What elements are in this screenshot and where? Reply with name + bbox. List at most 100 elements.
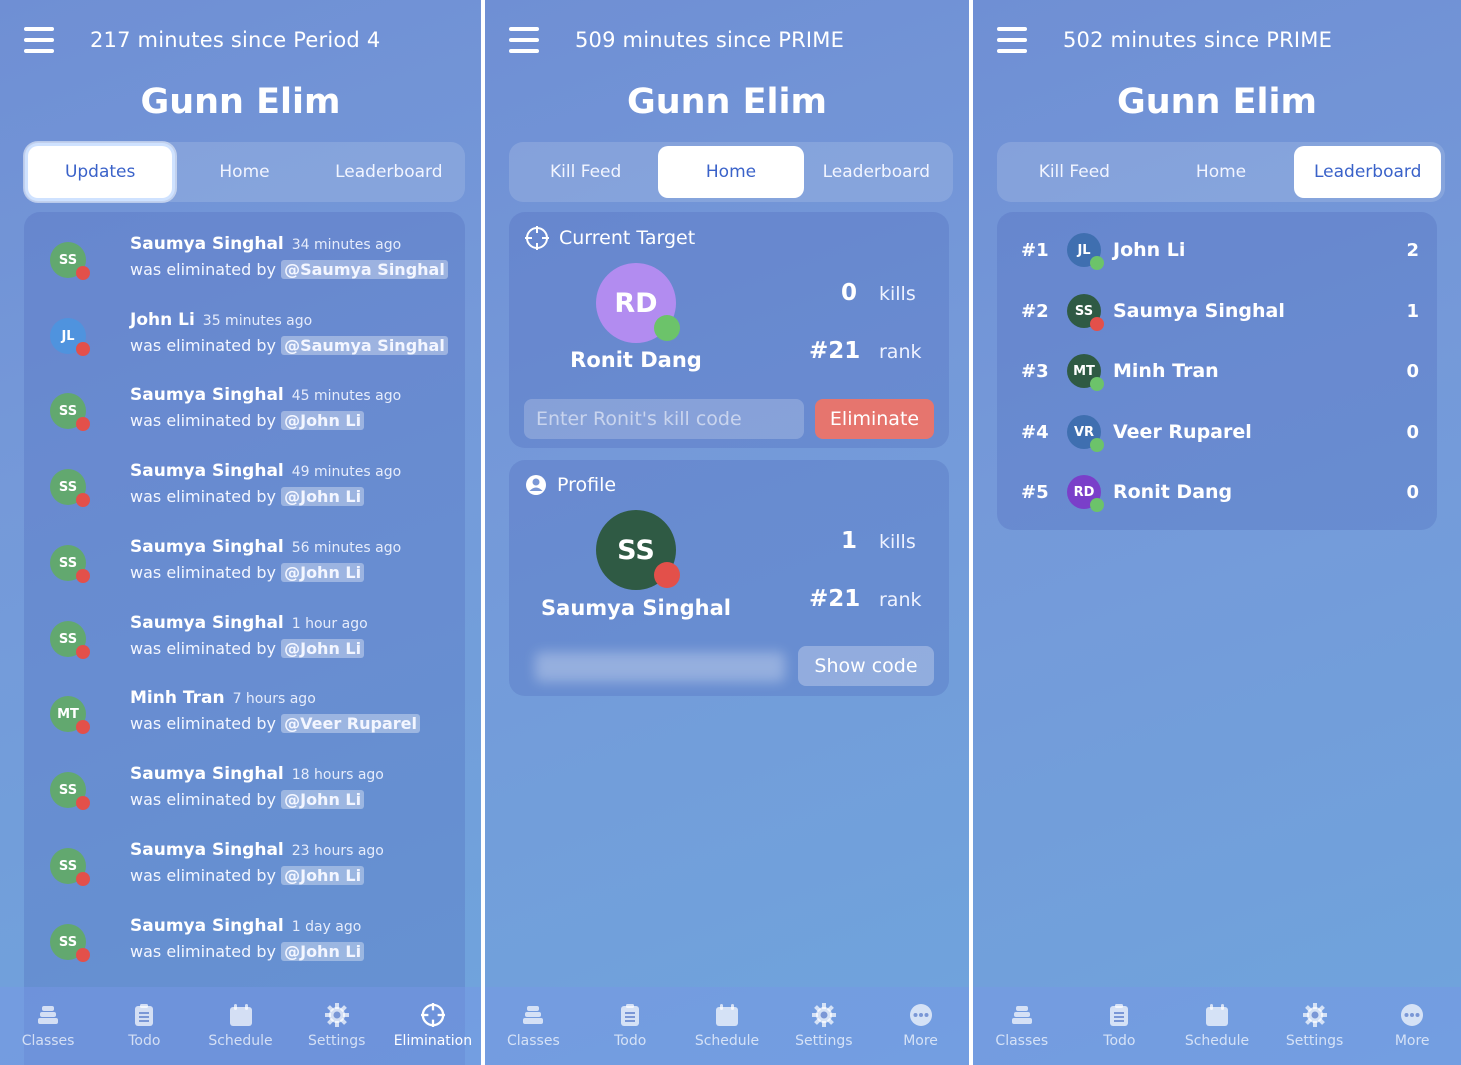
nav-todo[interactable]: Todo bbox=[582, 987, 679, 1065]
nav-more[interactable]: More bbox=[872, 987, 969, 1065]
tab-home[interactable]: Home bbox=[1148, 146, 1295, 198]
nav-schedule[interactable]: Schedule bbox=[192, 987, 288, 1065]
more-icon bbox=[909, 1003, 933, 1027]
kill-feed-list[interactable]: SS Saumya Singhal 34 minutes ago was elim… bbox=[24, 212, 465, 1065]
nav-schedule[interactable]: Schedule bbox=[1168, 987, 1266, 1065]
mention-link[interactable]: @Veer Ruparel bbox=[281, 714, 420, 733]
player-name: Minh Tran bbox=[130, 688, 225, 708]
target-avatar: RD bbox=[596, 263, 680, 343]
avatar-initials: SS bbox=[58, 555, 78, 571]
nav-schedule[interactable]: Schedule bbox=[679, 987, 776, 1065]
nav-label: Classes bbox=[995, 1033, 1049, 1049]
nav-classes[interactable]: Classes bbox=[973, 987, 1071, 1065]
mention-link[interactable]: @Saumya Singhal bbox=[281, 336, 448, 355]
nav-todo[interactable]: Todo bbox=[96, 987, 192, 1065]
rank-label: rank bbox=[879, 589, 922, 611]
timestamp: 49 minutes ago bbox=[291, 464, 402, 480]
nav-label: Schedule bbox=[1184, 1033, 1250, 1049]
mention-link[interactable]: @John Li bbox=[281, 790, 365, 809]
tab-kill-feed[interactable]: Kill Feed bbox=[513, 146, 658, 198]
timestamp: 35 minutes ago bbox=[202, 313, 313, 329]
eliminate-button[interactable]: Eliminate bbox=[815, 399, 934, 439]
profile-card: Profile SS Saumya Singhal 1 kills #21 ra… bbox=[509, 460, 949, 696]
nav-label: Settings bbox=[795, 1033, 853, 1049]
hamburger-menu-icon[interactable] bbox=[509, 27, 539, 53]
schedule-icon bbox=[1205, 1003, 1229, 1027]
avatar: SS bbox=[50, 469, 90, 507]
alive-status-dot bbox=[1090, 438, 1104, 452]
hamburger-menu-icon[interactable] bbox=[997, 27, 1027, 53]
kills-label: kills bbox=[879, 283, 916, 305]
avatar-initials: JL bbox=[61, 328, 75, 344]
avatar-initials: RD bbox=[1073, 484, 1095, 500]
tab-home[interactable]: Home bbox=[172, 146, 316, 198]
mention-link[interactable]: @John Li bbox=[281, 487, 365, 506]
tab-kill-feed[interactable]: Kill Feed bbox=[1001, 146, 1148, 198]
nav-label: Todo bbox=[1103, 1033, 1136, 1049]
mention-link[interactable]: @John Li bbox=[281, 942, 365, 961]
alive-status-dot bbox=[654, 315, 680, 341]
tab-home[interactable]: Home bbox=[658, 146, 804, 198]
mention-link[interactable]: @John Li bbox=[281, 639, 365, 658]
tab-updates[interactable]: Updates bbox=[28, 146, 173, 198]
avatar-initials: JL bbox=[1077, 242, 1091, 258]
nav-label: Classes bbox=[21, 1033, 75, 1049]
user-circle-icon bbox=[526, 475, 546, 495]
feed-item: SS Saumya Singhal 18 hours ago was elimin… bbox=[48, 764, 455, 820]
screen-leaderboard: 502 minutes since PRIME Gunn Elim Kill F… bbox=[973, 0, 1461, 1065]
crosshair-icon bbox=[525, 226, 549, 250]
kill-code-input[interactable] bbox=[524, 399, 804, 439]
player-name: Saumya Singhal bbox=[130, 764, 284, 784]
nav-elimination[interactable]: Elimination bbox=[385, 987, 481, 1065]
eliminated-status-dot bbox=[76, 720, 90, 734]
mention-link[interactable]: @Saumya Singhal bbox=[281, 260, 448, 279]
avatar: MT bbox=[1067, 354, 1104, 391]
leaderboard-row[interactable]: #3 MT Minh Tran 0 bbox=[1021, 351, 1419, 391]
rank-value: #4 bbox=[1021, 421, 1049, 443]
avatar: MT bbox=[50, 696, 90, 734]
player-name: Ronit Dang bbox=[1113, 481, 1233, 503]
mention-link[interactable]: @John Li bbox=[281, 411, 365, 430]
classes-icon bbox=[36, 1003, 60, 1027]
nav-more[interactable]: More bbox=[1363, 987, 1461, 1065]
nav-label: Classes bbox=[507, 1033, 560, 1049]
nav-label: Settings bbox=[308, 1033, 366, 1049]
eliminated-status-dot bbox=[76, 266, 90, 280]
kills-value: 1 bbox=[840, 528, 857, 554]
nav-classes[interactable]: Classes bbox=[0, 987, 96, 1065]
hamburger-menu-icon[interactable] bbox=[24, 27, 54, 53]
eliminated-status-dot bbox=[76, 796, 90, 810]
timestamp: 1 hour ago bbox=[291, 616, 368, 632]
avatar-initials: SS bbox=[58, 479, 78, 495]
tab-bar: Kill Feed Home Leaderboard bbox=[509, 142, 953, 202]
action-text: was eliminated by bbox=[130, 336, 277, 355]
leaderboard-row[interactable]: #1 JL John Li 2 bbox=[1021, 230, 1419, 270]
alive-status-dot bbox=[1090, 377, 1104, 391]
tab-leaderboard[interactable]: Leaderboard bbox=[317, 146, 461, 198]
avatar: SS bbox=[50, 242, 90, 280]
mention-link[interactable]: @John Li bbox=[281, 563, 365, 582]
leaderboard-row[interactable]: #2 SS Saumya Singhal 1 bbox=[1021, 291, 1419, 331]
leaderboard-row[interactable]: #4 VR Veer Ruparel 0 bbox=[1021, 412, 1419, 452]
target-name: Ronit Dang bbox=[570, 348, 702, 372]
nav-label: Todo bbox=[614, 1033, 647, 1049]
profile-rank-stat: #21 rank bbox=[809, 586, 922, 612]
tab-leaderboard[interactable]: Leaderboard bbox=[1294, 146, 1442, 198]
mention-link[interactable]: @John Li bbox=[281, 866, 365, 885]
nav-settings[interactable]: Settings bbox=[775, 987, 872, 1065]
period-timer-title: 502 minutes since PRIME bbox=[1063, 28, 1333, 52]
section-heading: Current Target bbox=[525, 226, 695, 250]
player-name: Saumya Singhal bbox=[130, 537, 284, 557]
avatar: SS bbox=[50, 848, 90, 886]
timestamp: 7 hours ago bbox=[232, 691, 316, 707]
player-name: Minh Tran bbox=[1113, 360, 1219, 382]
nav-settings[interactable]: Settings bbox=[289, 987, 385, 1065]
bottom-nav: Classes Todo Schedule Settings More bbox=[485, 987, 969, 1065]
show-code-button[interactable]: Show code bbox=[798, 646, 934, 686]
tab-leaderboard[interactable]: Leaderboard bbox=[804, 146, 949, 198]
schedule-icon bbox=[229, 1003, 253, 1027]
nav-classes[interactable]: Classes bbox=[485, 987, 582, 1065]
leaderboard-row[interactable]: #5 RD Ronit Dang 0 bbox=[1021, 472, 1419, 512]
nav-settings[interactable]: Settings bbox=[1266, 987, 1364, 1065]
nav-todo[interactable]: Todo bbox=[1071, 987, 1169, 1065]
